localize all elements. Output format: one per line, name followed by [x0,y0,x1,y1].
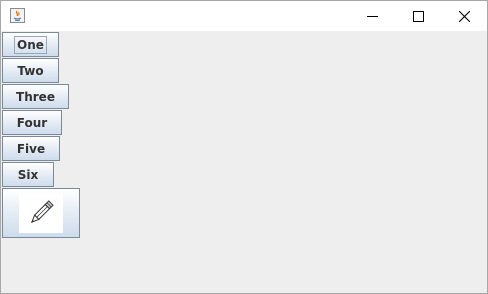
button-one[interactable]: One [2,32,59,57]
minimize-icon [366,15,378,17]
maximize-icon [412,10,424,22]
button-one-label: One [14,35,47,54]
close-icon [458,10,470,22]
pencil-image [19,193,63,233]
button-three[interactable]: Three [2,84,69,109]
button-five[interactable]: Five [2,136,60,161]
maximize-button[interactable] [395,1,441,31]
title-bar[interactable] [1,1,487,31]
minimize-button[interactable] [349,1,395,31]
pencil-icon [30,200,54,224]
button-five-label: Five [16,141,46,156]
button-four[interactable]: Four [2,110,62,135]
close-button[interactable] [441,1,487,31]
app-window: One Two Three Four Five Six [0,0,488,294]
button-six-label: Six [17,167,39,182]
button-two[interactable]: Two [2,58,59,83]
content-pane: One Two Three Four Five Six [1,31,487,293]
pencil-button[interactable] [2,188,80,238]
java-app-icon[interactable] [10,8,25,23]
button-three-label: Three [16,89,55,104]
button-two-label: Two [17,63,44,78]
button-four-label: Four [16,115,48,130]
button-six[interactable]: Six [2,162,54,187]
